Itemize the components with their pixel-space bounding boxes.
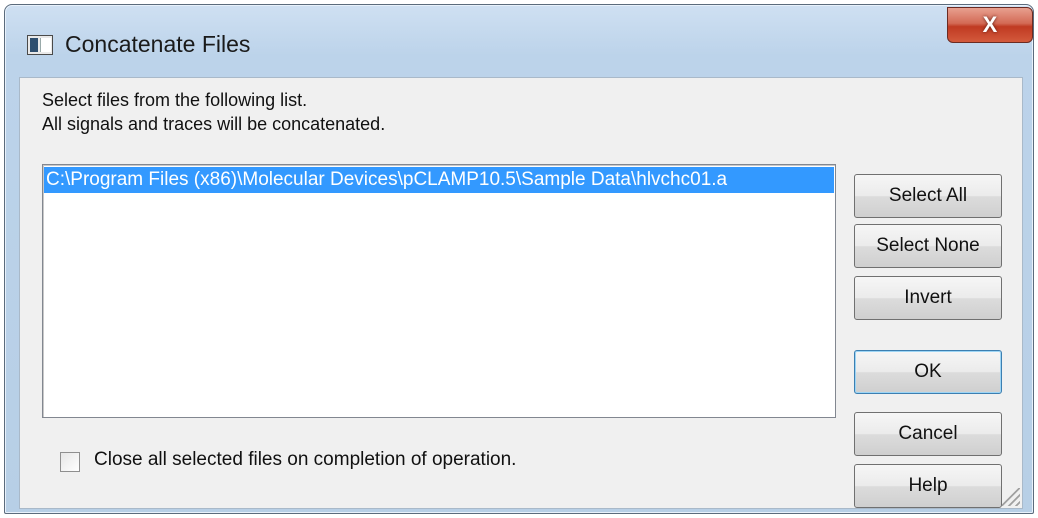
dialog-title: Concatenate Files (65, 31, 251, 57)
file-list[interactable]: C:\Program Files (x86)\Molecular Devices… (42, 164, 836, 418)
help-button[interactable]: Help (854, 464, 1002, 508)
close-on-completion-label[interactable]: Close all selected files on completion o… (94, 449, 516, 471)
close-on-completion-checkbox[interactable] (60, 452, 80, 472)
close-button[interactable]: X (947, 7, 1033, 43)
ok-button[interactable]: OK (854, 350, 1002, 394)
dialog-body: Select files from the following list. Al… (19, 77, 1023, 509)
select-none-button[interactable]: Select None (854, 224, 1002, 268)
invert-button[interactable]: Invert (854, 276, 1002, 320)
resize-grip[interactable] (1002, 488, 1020, 506)
file-list-item[interactable]: C:\Program Files (x86)\Molecular Devices… (44, 167, 834, 193)
title-bar[interactable]: Concatenate Files X (5, 5, 1033, 73)
cancel-button[interactable]: Cancel (854, 412, 1002, 456)
app-window-icon (27, 35, 53, 55)
instruction-line-1: Select files from the following list. (42, 90, 308, 110)
select-all-button[interactable]: Select All (854, 174, 1002, 218)
concatenate-files-dialog: Concatenate Files X Select files from th… (4, 4, 1034, 514)
instruction-line-2: All signals and traces will be concatena… (42, 114, 386, 134)
